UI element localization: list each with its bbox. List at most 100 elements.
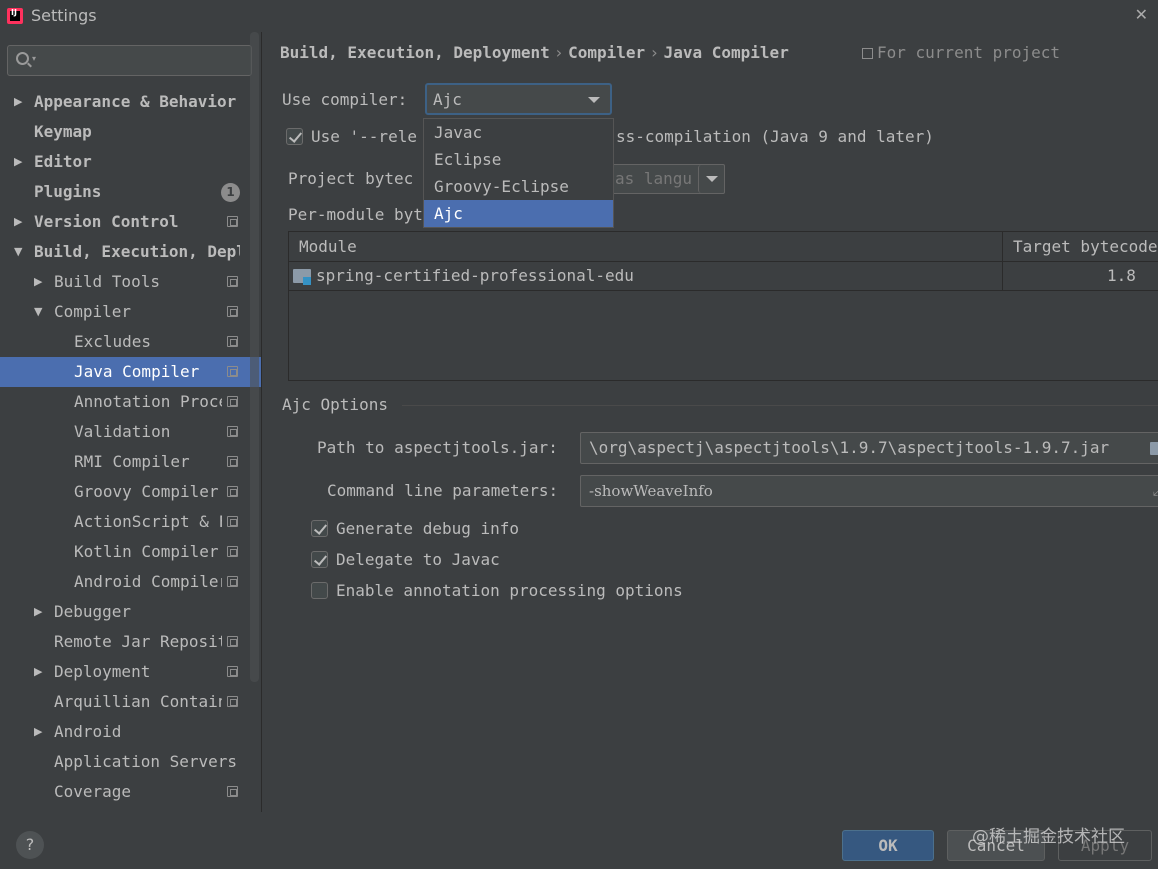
sidebar-item-label: ActionScript & Flex Compiler (74, 512, 222, 531)
chevron-right-icon[interactable]: ▶ (34, 657, 42, 687)
dialog-button-bar: ? OK Cancel Apply @稀土掘金技术社区 (0, 812, 1158, 869)
annotation-processing-label: Enable annotation processing options (336, 581, 683, 600)
sidebar-item[interactable]: ▶ Deployment (0, 657, 261, 687)
annotation-processing-checkbox[interactable] (311, 582, 328, 599)
sidebar-item-label: Version Control (34, 212, 179, 231)
project-scope-icon (227, 216, 238, 227)
release-option-label-start: Use '--rele (311, 127, 417, 146)
aspectjtools-path-label: Path to aspectjtools.jar: (317, 438, 558, 457)
sidebar-item[interactable]: ▶ Editor (0, 147, 261, 177)
sidebar-item[interactable]: Arquillian Containers (0, 687, 261, 717)
expand-icon[interactable]: ⤢ (1153, 483, 1158, 499)
sidebar-item[interactable]: Android Compiler (0, 567, 261, 597)
watermark: @稀土掘金技术社区 (972, 827, 1125, 847)
sidebar-item-label: Java Compiler (74, 362, 200, 381)
chevron-right-icon[interactable]: ▶ (14, 87, 22, 117)
sidebar-item[interactable]: ▼ Compiler (0, 297, 261, 327)
compiler-option-eclipse[interactable]: Eclipse (424, 146, 613, 173)
sidebar-item[interactable]: ▶ Build Tools (0, 267, 261, 297)
sidebar-item[interactable]: ActionScript & Flex Compiler (0, 507, 261, 537)
per-module-bytecode-label: Per-module byt (288, 205, 423, 224)
compiler-option-ajc[interactable]: Ajc (424, 200, 613, 227)
title-bar: IJ Settings ✕ (0, 0, 1158, 32)
sidebar-item-label: Remote Jar Repositories (54, 632, 222, 651)
sidebar-item[interactable]: ▶ Debugger (0, 597, 261, 627)
sidebar-item[interactable]: Validation (0, 417, 261, 447)
command-line-field[interactable]: -showWeaveInfo ⤢ (580, 475, 1158, 507)
project-scope-icon (227, 276, 238, 287)
delegate-javac-label: Delegate to Javac (336, 550, 500, 569)
breadcrumb-item: Java Compiler (663, 43, 789, 62)
project-scope-icon (227, 486, 238, 497)
sidebar-item-label: Excludes (74, 332, 152, 351)
compiler-combobox[interactable]: Ajc (425, 83, 612, 115)
use-compiler-label: Use compiler: (282, 90, 408, 109)
generate-debug-checkbox[interactable] (311, 520, 328, 537)
project-scope-icon (227, 306, 238, 317)
compiler-selected-value: Ajc (433, 90, 462, 109)
help-button[interactable]: ? (16, 831, 44, 859)
chevron-down-icon[interactable] (698, 165, 724, 193)
sidebar-scrollbar[interactable] (250, 32, 259, 682)
project-scope-icon (227, 546, 238, 557)
breadcrumb: Build, Execution, Deployment › Compiler › Ja… (280, 43, 789, 62)
project-scope-icon (227, 366, 238, 377)
sidebar-item[interactable]: Java Compiler (0, 357, 261, 387)
breadcrumb-separator: › (651, 43, 658, 62)
module-name-cell: spring-certified-professional-edu (316, 266, 634, 285)
project-scope-icon (227, 456, 238, 467)
table-header: Module Target bytecode (289, 232, 1158, 262)
sidebar-item[interactable]: Kotlin Compiler (0, 537, 261, 567)
ajc-options-title: Ajc Options (282, 395, 388, 414)
settings-search-input[interactable]: ▾ (7, 45, 252, 76)
close-icon[interactable]: ✕ (1135, 5, 1148, 24)
aspectjtools-path-field[interactable]: \org\aspectj\aspectjtools\1.9.7\aspectjt… (580, 432, 1158, 464)
ok-button[interactable]: OK (842, 830, 934, 861)
group-separator (402, 405, 1158, 406)
chevron-down-icon[interactable]: ▼ (14, 237, 22, 267)
chevron-right-icon[interactable]: ▶ (34, 267, 42, 297)
table-row[interactable]: spring-certified-professional-edu 1.8 (289, 262, 1158, 291)
sidebar-item-label: Android Compiler (74, 572, 222, 591)
delegate-javac-checkbox[interactable] (311, 551, 328, 568)
chevron-down-icon[interactable]: ▼ (34, 297, 42, 327)
sidebar-item[interactable]: RMI Compiler (0, 447, 261, 477)
chevron-down-icon (588, 97, 600, 103)
target-bytecode-cell[interactable]: 1.8 (1107, 266, 1136, 285)
project-bytecode-value: as langu (615, 169, 693, 188)
chevron-down-icon[interactable]: ▾ (32, 54, 36, 63)
sidebar-item[interactable]: ▶ Android (0, 717, 261, 747)
sidebar-item[interactable]: Remote Jar Repositories (0, 627, 261, 657)
sidebar-item[interactable]: Coverage (0, 777, 261, 807)
breadcrumb-item: Compiler (568, 43, 646, 62)
sidebar-item[interactable]: ▶ Version Control (0, 207, 261, 237)
chevron-right-icon[interactable]: ▶ (14, 207, 22, 237)
chevron-right-icon[interactable]: ▶ (14, 147, 22, 177)
chevron-right-icon[interactable]: ▶ (34, 717, 42, 747)
sidebar-item-label: Coverage (54, 782, 132, 801)
sidebar-item[interactable]: Application Servers (0, 747, 261, 777)
sidebar-item[interactable]: Annotation Processors (0, 387, 261, 417)
release-option-label-end: ss-compilation (Java 9 and later) (616, 127, 934, 146)
release-option-checkbox[interactable] (286, 128, 303, 145)
breadcrumb-separator: › (555, 43, 563, 62)
column-header-module[interactable]: Module (299, 237, 357, 256)
sidebar-item[interactable]: Plugins 1 (0, 177, 261, 207)
sidebar-item-label: Android (54, 722, 122, 741)
column-header-target[interactable]: Target bytecode (1013, 237, 1158, 256)
sidebar-item[interactable]: Groovy Compiler (0, 477, 261, 507)
sidebar-item[interactable]: Keymap (0, 117, 261, 147)
sidebar-item[interactable]: Excludes (0, 327, 261, 357)
sidebar-item-label: Plugins (34, 182, 102, 201)
project-bytecode-combobox[interactable]: as langu (612, 164, 725, 194)
sidebar-item[interactable]: ▼ Build, Execution, Deployment (0, 237, 261, 267)
sidebar-item[interactable]: ▶ Appearance & Behavior (0, 87, 261, 117)
compiler-option-groovy-eclipse[interactable]: Groovy-Eclipse (424, 173, 613, 200)
project-scope-icon (227, 336, 238, 347)
compiler-option-javac[interactable]: Javac (424, 119, 613, 146)
chevron-right-icon[interactable]: ▶ (34, 597, 42, 627)
browse-folder-icon[interactable] (1150, 442, 1158, 455)
generate-debug-label: Generate debug info (336, 519, 520, 538)
settings-tree: ▶ Appearance & Behavior Keymap ▶ Editor Plugi… (0, 87, 261, 807)
search-icon (16, 52, 29, 65)
